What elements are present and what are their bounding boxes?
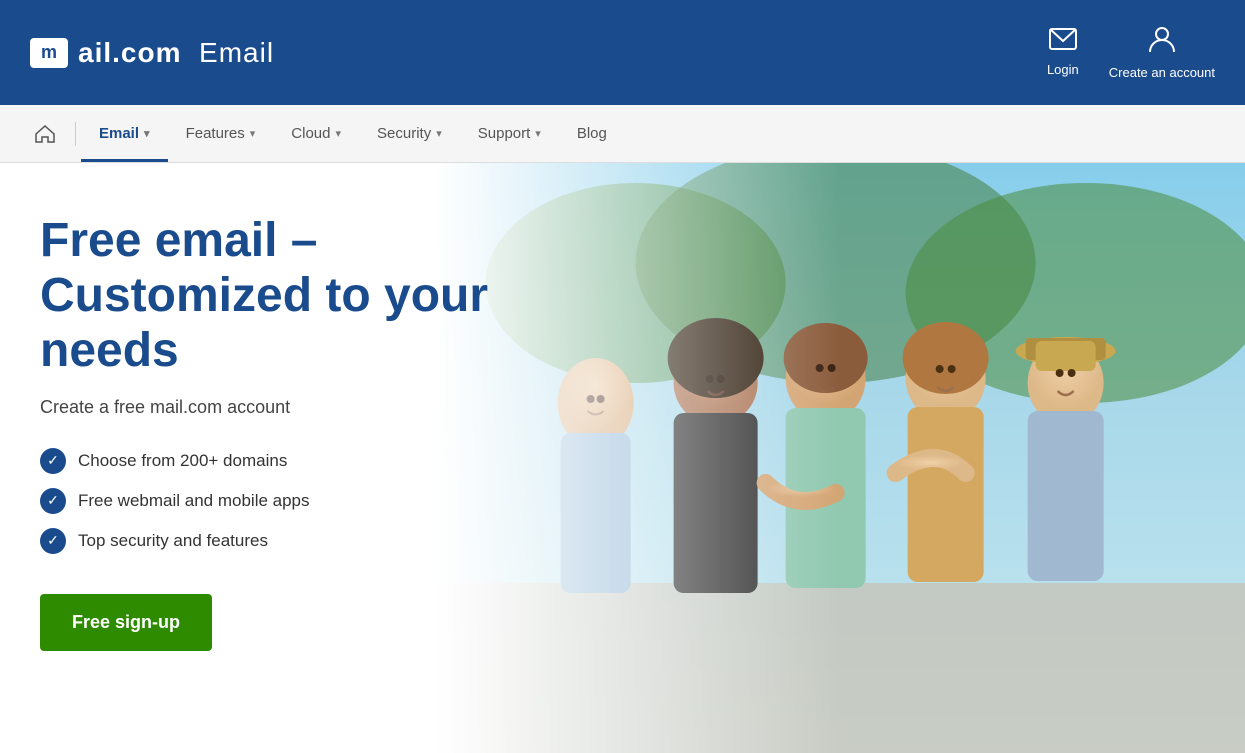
check-icon-2: ✓ xyxy=(40,488,66,514)
feature-item-3: ✓ Top security and features xyxy=(40,528,583,554)
nav-item-email[interactable]: Email ▾ xyxy=(81,105,168,162)
hero-section: Free email –Customized to yourneeds Crea… xyxy=(0,163,1245,753)
free-signup-button[interactable]: Free sign-up xyxy=(40,594,212,651)
nav-divider xyxy=(75,122,76,146)
nav-security-chevron: ▾ xyxy=(436,127,442,140)
hero-title: Free email –Customized to yourneeds xyxy=(40,213,583,379)
login-icon xyxy=(1049,28,1077,56)
login-label: Login xyxy=(1047,62,1079,77)
logo-name: ail.com xyxy=(78,37,181,68)
nav-item-security[interactable]: Security ▾ xyxy=(359,105,460,162)
nav-home-button[interactable] xyxy=(20,105,70,162)
nav-item-features[interactable]: Features ▾ xyxy=(168,105,274,162)
logo-m: m xyxy=(41,42,57,63)
check-icon-1: ✓ xyxy=(40,448,66,474)
create-account-button[interactable]: Create an account xyxy=(1109,25,1215,80)
nav-security-label: Security xyxy=(377,125,431,142)
nav-cloud-label: Cloud xyxy=(291,125,330,142)
nav-item-blog[interactable]: Blog xyxy=(559,105,625,162)
feature-label-2: Free webmail and mobile apps xyxy=(78,491,310,511)
nav-features-label: Features xyxy=(186,125,245,142)
check-icon-3: ✓ xyxy=(40,528,66,554)
feature-label-1: Choose from 200+ domains xyxy=(78,451,287,471)
nav-cloud-chevron: ▾ xyxy=(336,127,342,140)
nav-blog-label: Blog xyxy=(577,125,607,142)
create-account-label: Create an account xyxy=(1109,65,1215,80)
logo-text: ail.com Email xyxy=(78,37,274,69)
feature-label-3: Top security and features xyxy=(78,531,268,551)
nav-email-label: Email xyxy=(99,125,139,142)
nav-features-chevron: ▾ xyxy=(250,127,256,140)
hero-subtitle: Create a free mail.com account xyxy=(40,397,583,418)
header-actions: Login Create an account xyxy=(1047,25,1215,80)
nav-support-label: Support xyxy=(478,125,531,142)
nav-email-chevron: ▾ xyxy=(144,127,150,140)
feature-item-2: ✓ Free webmail and mobile apps xyxy=(40,488,583,514)
logo-m-box: m xyxy=(30,38,68,68)
hero-features-list: ✓ Choose from 200+ domains ✓ Free webmai… xyxy=(40,448,583,554)
hero-content: Free email –Customized to yourneeds Crea… xyxy=(0,163,623,753)
nav-support-chevron: ▾ xyxy=(535,127,541,140)
site-header: m ail.com Email Login Create an xyxy=(0,0,1245,105)
login-button[interactable]: Login xyxy=(1047,28,1079,77)
logo-area: m ail.com Email xyxy=(30,37,274,69)
logo-product: Email xyxy=(199,37,274,68)
nav-item-cloud[interactable]: Cloud ▾ xyxy=(273,105,359,162)
nav-item-support[interactable]: Support ▾ xyxy=(460,105,559,162)
main-nav: Email ▾ Features ▾ Cloud ▾ Security ▾ Su… xyxy=(0,105,1245,163)
feature-item-1: ✓ Choose from 200+ domains xyxy=(40,448,583,474)
account-icon xyxy=(1149,25,1175,59)
